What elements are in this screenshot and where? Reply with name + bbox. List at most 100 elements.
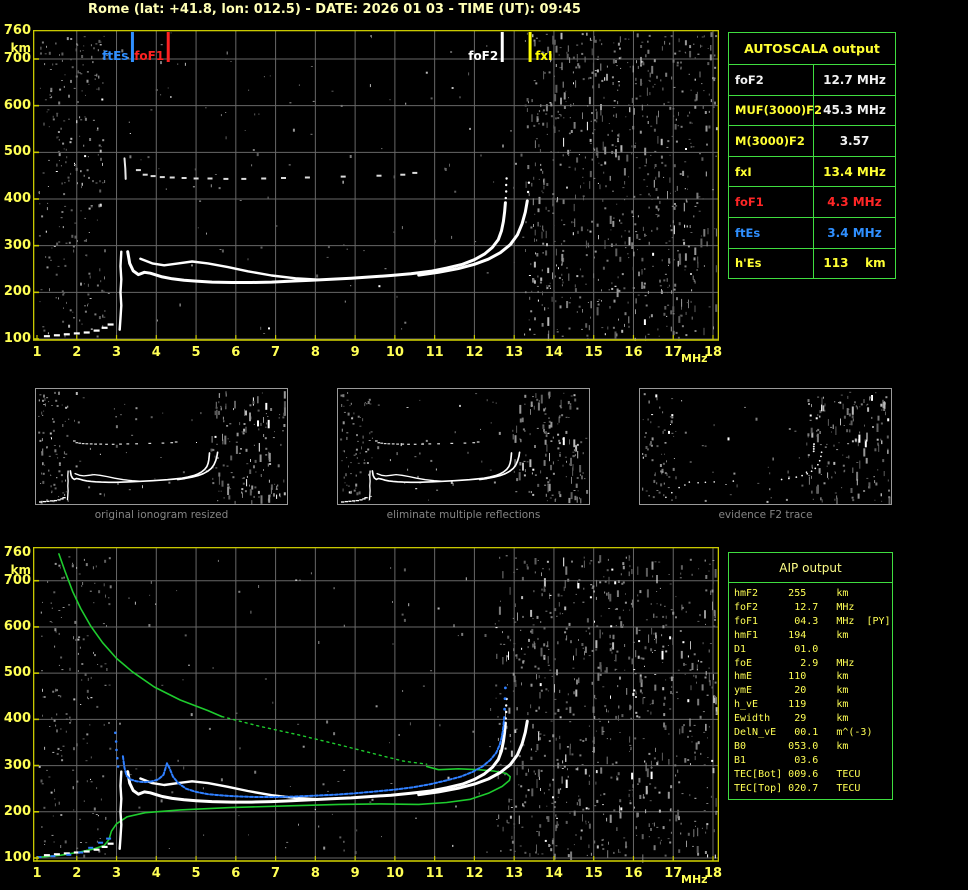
axis-unit-label: km <box>1 563 31 577</box>
trace-dot <box>114 732 117 735</box>
trace-dot <box>821 451 823 453</box>
trace-dot <box>820 456 822 458</box>
axis-tick-label: 5 <box>181 866 211 881</box>
trace-dot <box>505 704 507 706</box>
trace-dot <box>813 446 815 448</box>
axis-tick-label: 4 <box>141 345 171 360</box>
ionogram-bottom-chart <box>33 547 719 863</box>
trace-line <box>178 452 218 479</box>
panel-border <box>338 389 590 505</box>
axis-tick-label: 760 <box>1 545 31 560</box>
marker-foF2-label: foF2 <box>468 49 498 63</box>
axis-tick-label: 9 <box>340 866 370 881</box>
axis-tick-label: 12 <box>459 866 489 881</box>
axis-tick-label: 8 <box>300 866 330 881</box>
noise-speckles <box>38 391 286 505</box>
panel-evidence-f2-trace <box>639 388 892 505</box>
trace-dot <box>116 757 119 760</box>
panel-caption: eliminate multiple reflections <box>337 509 590 521</box>
panel-border <box>640 389 892 505</box>
trace-dot <box>811 470 813 472</box>
axis-tick-label: 600 <box>1 98 31 113</box>
trace-dot <box>813 450 815 452</box>
axis-tick-label: 760 <box>1 23 31 38</box>
aip-row: ymE 20 km <box>734 684 892 698</box>
axis-tick-label: 11 <box>420 866 450 881</box>
trace-dot <box>689 481 691 483</box>
axis-tick-label: 3 <box>102 866 132 881</box>
axis-unit-label: km <box>1 41 31 55</box>
axis-tick-label: 4 <box>141 866 171 881</box>
axis-tick-label: 7 <box>261 345 291 360</box>
aip-row: TEC[Top] 020.7 TECU <box>734 782 892 796</box>
axis-tick-label: 16 <box>618 345 648 360</box>
aip-row: foF2 12.7 MHz <box>734 601 892 615</box>
panel-eliminate-reflections <box>337 388 590 505</box>
axis-tick-label: 13 <box>499 345 529 360</box>
trace-dot <box>781 479 783 481</box>
axis-tick-label: 500 <box>1 144 31 159</box>
axis-tick-label: 7 <box>261 866 291 881</box>
trace-dot <box>795 476 797 478</box>
axis-tick-label: 6 <box>221 866 251 881</box>
noise-speckles <box>39 555 718 863</box>
trace-dot <box>505 197 507 199</box>
table-row-value: 4.3 MHz <box>814 186 895 217</box>
trace-dot <box>115 749 118 752</box>
axis-tick-label: 2 <box>62 866 92 881</box>
axis-tick-label: 100 <box>1 850 31 865</box>
axis-tick-label: 15 <box>579 345 609 360</box>
table-row-label: M(3000)F2 <box>729 125 814 156</box>
trace-dot <box>504 687 507 690</box>
trace-line <box>120 772 122 849</box>
table-row-label: h'Es <box>729 248 814 279</box>
axis-tick-label: 9 <box>340 345 370 360</box>
table-row-value: 12.7 MHz <box>814 64 895 95</box>
marker-fxI-label: fxI <box>535 49 552 63</box>
panel-caption: original ionogram resized <box>35 509 288 521</box>
axis-tick-label: 300 <box>1 238 31 253</box>
trace-dot <box>503 708 506 711</box>
axis-tick-label: 14 <box>539 345 569 360</box>
axis-tick-label: 300 <box>1 758 31 773</box>
table-row-label: foF2 <box>729 64 814 95</box>
panel-original-ionogram <box>35 388 288 505</box>
table-row-label: fxI <box>729 156 814 187</box>
station-title: Rome (lat: +41.8, lon: 012.5) - DATE: 20… <box>88 2 581 17</box>
plot-frame <box>34 31 719 341</box>
axis-tick-label: 500 <box>1 665 31 680</box>
axis-tick-label: 3 <box>102 345 132 360</box>
aip-row: hmF2 255 km <box>734 587 892 601</box>
trace-line <box>370 471 371 500</box>
panel-caption: evidence F2 trace <box>639 509 892 521</box>
axis-tick-label: 5 <box>181 345 211 360</box>
aip-row: foE 2.9 MHz <box>734 657 892 671</box>
axis-tick-label: 12 <box>459 345 489 360</box>
grid <box>34 31 718 339</box>
noise-speckles <box>340 392 588 504</box>
axis-tick-label: 11 <box>420 345 450 360</box>
trace-dot <box>671 492 673 494</box>
trace-dot <box>819 460 821 462</box>
trace-dot <box>733 480 735 482</box>
trace-dot <box>817 464 819 466</box>
axis-unit-label: MHz <box>681 873 708 886</box>
ionogram-top-chart: ftEsfoF1foF2fxI <box>33 30 719 341</box>
axis-tick-label: 100 <box>1 331 31 346</box>
trace-line <box>480 452 520 479</box>
axis-tick-label: 10 <box>380 345 410 360</box>
trace-line <box>123 717 504 797</box>
axis-tick-label: 2 <box>62 345 92 360</box>
trace-dot <box>813 443 815 445</box>
trace-dot <box>806 471 808 473</box>
trace-line <box>59 554 222 717</box>
aip-row: hmE 110 km <box>734 670 892 684</box>
trace-dot <box>505 184 507 186</box>
grid <box>34 548 718 860</box>
aip-row: TEC[Bot] 009.6 TECU <box>734 768 892 782</box>
aip-row: h_vE 119 km <box>734 698 892 712</box>
aip-output-table: AIP output hmF2 255 km foF2 12.7 MHz foF… <box>728 552 893 800</box>
axis-tick-label: 10 <box>380 866 410 881</box>
table-row-value: 13.4 MHz <box>814 156 895 187</box>
trace-dot <box>505 177 507 179</box>
